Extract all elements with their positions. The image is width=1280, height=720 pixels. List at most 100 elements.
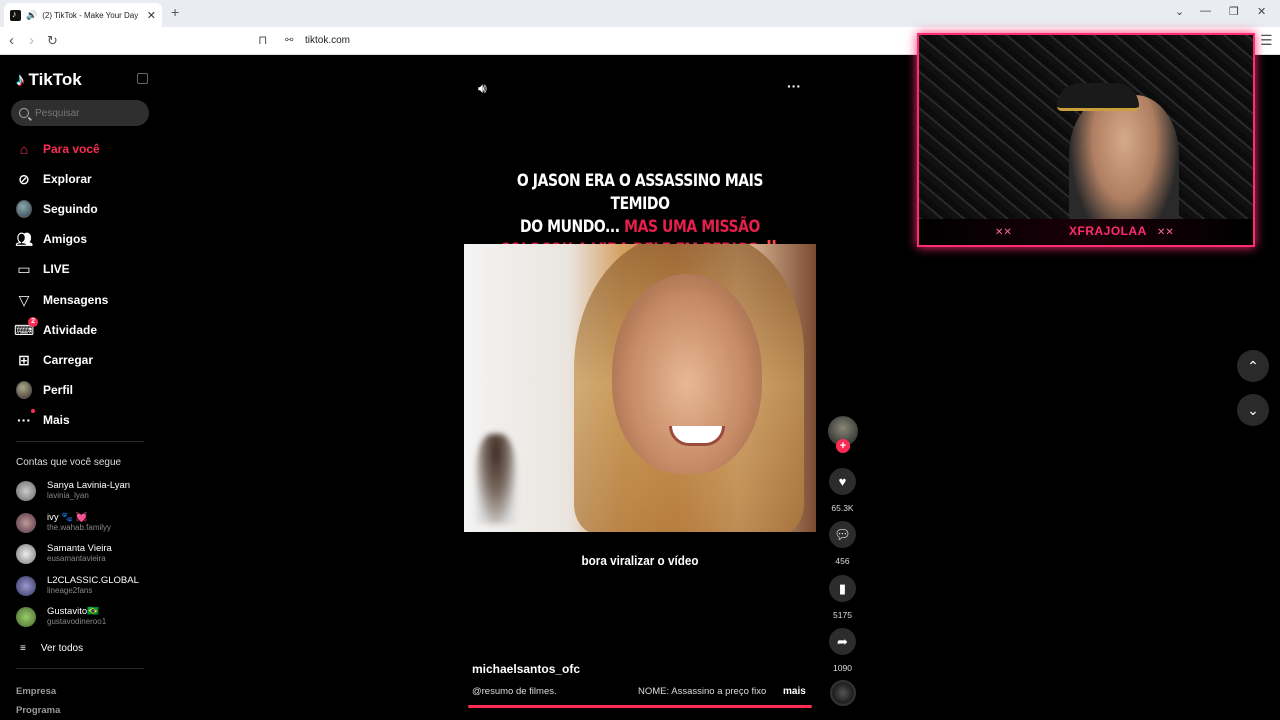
back-icon[interactable]: ‹ <box>9 32 14 49</box>
home-icon: ⌂ <box>19 141 29 157</box>
nav-live[interactable]: ▭ LIVE <box>16 259 70 279</box>
close-window-icon[interactable]: ✕ <box>1257 5 1266 18</box>
like-count: 65.3K <box>831 503 854 513</box>
following-account[interactable]: Gustavito🇧🇷 gustavodineroo1 <box>16 606 106 627</box>
reload-icon[interactable]: ↻ <box>47 33 58 49</box>
nav-label: Mais <box>43 413 70 427</box>
avatar <box>16 575 36 596</box>
nav-label: Atividade <box>43 323 98 337</box>
video-author[interactable]: michaelsantos_ofc <box>472 662 580 676</box>
account-username: lavinia_lyan <box>47 491 89 500</box>
restore-icon[interactable]: ❐ <box>1229 5 1239 18</box>
avatar <box>16 480 36 501</box>
notification-badge: 2 <box>28 317 38 327</box>
sidebar: ♪ TikTok ⌂ Para você ⊘ Explorar Seguindo… <box>0 56 160 720</box>
compass-icon: ⊘ <box>18 170 30 187</box>
nav-atividade[interactable]: ⌨ 2 Atividade <box>14 317 98 340</box>
account-username: lineage2fans <box>47 586 93 595</box>
profile-avatar <box>16 381 32 399</box>
divider <box>16 668 144 669</box>
nav-label: Para você <box>43 142 100 156</box>
like-button[interactable]: ♥ <box>829 468 856 495</box>
chevron-down-icon: ⌄ <box>1247 401 1259 418</box>
close-tab-icon[interactable]: ✕ <box>147 9 156 22</box>
chevron-up-icon: ⌃ <box>1247 357 1259 374</box>
search-box[interactable] <box>11 100 149 126</box>
avatar <box>16 543 36 564</box>
nav-para-voce[interactable]: ⌂ Para você <box>16 139 100 159</box>
following-section-title: Contas que você segue <box>16 457 122 468</box>
nav-label: Amigos <box>43 232 88 246</box>
browser-tab[interactable]: 🔊 (2) TikTok - Make Your Day ✕ <box>4 3 162 27</box>
video-player[interactable] <box>464 244 816 532</box>
previous-video-button[interactable]: ⌃ <box>1237 350 1269 382</box>
volume-icon[interactable]: 🔊︎ <box>478 80 487 97</box>
comment-button[interactable]: 💬︎ <box>829 521 856 548</box>
divider <box>16 441 144 442</box>
account-name: L2CLASSIC.GLOBAL <box>47 575 139 586</box>
video-progress-bar[interactable] <box>468 705 812 708</box>
nav-perfil[interactable]: Perfil <box>16 380 73 400</box>
following-account[interactable]: ivy 🐾 💓 the.wahab.familyy <box>16 512 111 533</box>
nav-mensagens[interactable]: ▽ Mensagens <box>16 290 109 310</box>
collapse-sidebar-icon[interactable] <box>137 73 148 84</box>
music-disc-icon[interactable] <box>830 680 856 706</box>
following-account[interactable]: Sanya Lavinia-Lyan lavinia_lyan <box>16 480 130 501</box>
url-field[interactable]: tiktok.com <box>305 35 350 46</box>
see-all-label: Ver todos <box>40 643 84 654</box>
video-name-tag: NOME: Assassino a preço fixo <box>638 686 767 697</box>
nav-label: Mensagens <box>43 293 109 307</box>
heart-icon: ♥ <box>838 474 847 489</box>
share-icon: ➦ <box>837 633 848 649</box>
video-caption: bora viralizar o vídeo <box>581 553 699 568</box>
more-link[interactable]: mais <box>783 686 806 697</box>
tiktok-logo[interactable]: ♪ TikTok <box>16 70 82 90</box>
share-count: 1090 <box>833 663 852 673</box>
account-name: Gustavito🇧🇷 <box>47 606 99 617</box>
next-video-button[interactable]: ⌄ <box>1237 394 1269 426</box>
video-frame-background-person <box>476 434 516 524</box>
follow-plus-icon[interactable]: + <box>836 439 850 453</box>
nav-label: LIVE <box>43 262 70 276</box>
footer-link-programa[interactable]: Programa <box>16 705 60 716</box>
bookmark-icon[interactable]: ⊓ <box>258 33 267 47</box>
see-all-link[interactable]: ≡ Ver todos <box>20 643 83 654</box>
live-icon: ▭ <box>17 260 31 277</box>
comment-icon: 💬︎ <box>834 526 851 542</box>
minimize-icon[interactable]: — <box>1200 5 1211 17</box>
hamburger-menu-icon[interactable]: ☰ <box>1260 32 1273 49</box>
site-settings-icon[interactable]: ⚯ <box>285 35 293 46</box>
forward-icon[interactable]: › <box>29 32 34 49</box>
tiktok-note-icon: ♪ <box>16 70 25 89</box>
nav-amigos[interactable]: 👥︎ Amigos <box>15 229 88 249</box>
share-button[interactable]: ➦ <box>829 628 856 655</box>
nav-carregar[interactable]: ⊞ Carregar <box>16 350 93 370</box>
account-name: ivy 🐾 💓 <box>47 512 88 523</box>
chevron-down-icon[interactable]: ⌄ <box>1175 5 1184 18</box>
streamer-cap <box>1057 83 1139 111</box>
headline-line-1: O JASON ERA O ASSASSINO MAIS TEMIDO <box>516 171 764 214</box>
account-username: the.wahab.familyy <box>47 523 112 532</box>
nav-seguindo[interactable]: Seguindo <box>16 199 98 219</box>
nav-explorar[interactable]: ⊘ Explorar <box>16 169 92 189</box>
new-tab-icon[interactable]: + <box>171 4 179 20</box>
account-name: Samanta Vieira <box>47 543 112 554</box>
footer-link-empresa[interactable]: Empresa <box>16 686 56 697</box>
bookmark-icon: ▮ <box>838 580 847 596</box>
following-account[interactable]: Samanta Vieira eusamantavieira <box>16 543 112 564</box>
webcam-name-bar: ✕✕ XFRAJOLAA ✕✕ <box>919 219 1253 245</box>
friends-icon: 👥︎ <box>15 230 33 247</box>
logo-text: TikTok <box>28 70 82 89</box>
speaker-icon[interactable]: 🔊 <box>26 10 37 21</box>
nav-label: Carregar <box>43 353 94 367</box>
following-account[interactable]: L2CLASSIC.GLOBAL lineage2fans <box>16 575 139 596</box>
more-options-icon[interactable]: ··· <box>787 78 801 94</box>
save-button[interactable]: ▮ <box>829 575 856 602</box>
nav-mais[interactable]: ··· Mais <box>16 409 70 430</box>
avatar <box>16 512 36 533</box>
following-avatar <box>16 200 32 218</box>
search-icon <box>19 108 29 118</box>
tab-title: (2) TikTok - Make Your Day <box>42 10 139 20</box>
search-input[interactable] <box>35 107 135 119</box>
headline-line-2-white: DO MUNDO... <box>520 217 620 237</box>
